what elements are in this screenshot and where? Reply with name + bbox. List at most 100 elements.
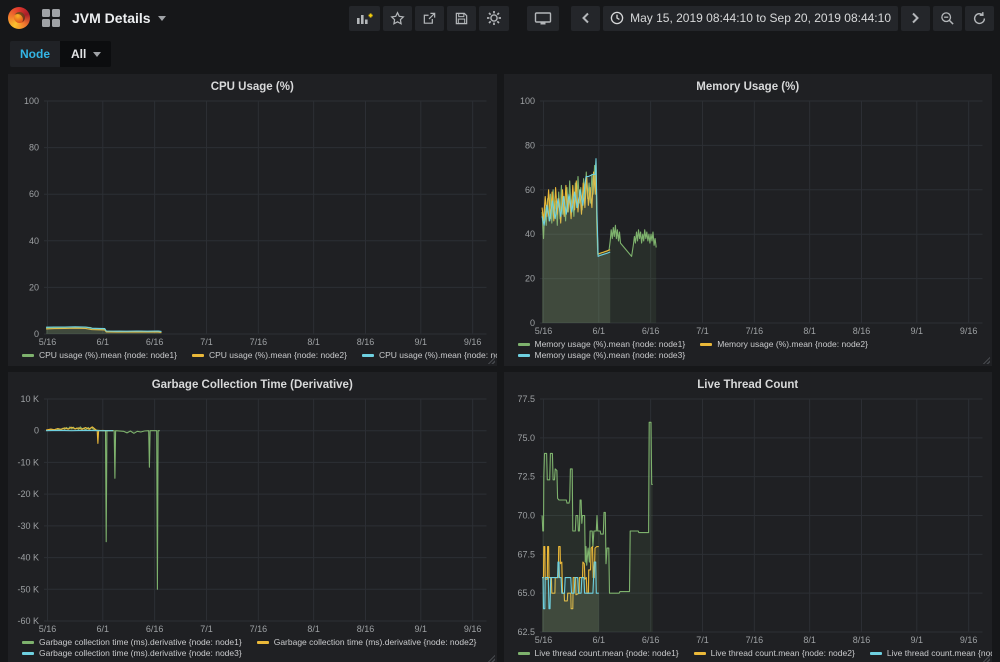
legend-series-swatch [518, 652, 530, 655]
panel-title[interactable]: Live Thread Count [504, 372, 993, 394]
settings-button[interactable] [479, 6, 509, 31]
legend-item[interactable]: CPU usage (%).mean {node: node3} [362, 350, 497, 360]
legend-series-label: Live thread count.mean {node: node1} [535, 648, 679, 658]
svg-text:7/16: 7/16 [250, 337, 268, 347]
share-button[interactable] [415, 6, 444, 31]
dashboard-title[interactable]: JVM Details [72, 10, 166, 26]
legend-series-swatch [870, 652, 882, 655]
refresh-icon [972, 11, 987, 26]
legend-series-swatch [22, 354, 34, 357]
svg-text:80: 80 [29, 143, 39, 153]
navbar: JVM Details [0, 0, 1000, 36]
save-icon [454, 11, 469, 26]
time-forward-button[interactable] [901, 6, 930, 31]
svg-text:0: 0 [34, 426, 39, 436]
variable-label: Node [10, 41, 60, 67]
legend-item[interactable]: Garbage collection time (ms).derivative … [22, 637, 242, 647]
zoom-out-button[interactable] [933, 6, 962, 31]
chevron-down-icon [93, 52, 101, 57]
legend-item[interactable]: Memory usage (%).mean {node: node2} [700, 339, 868, 349]
legend-series-label: Garbage collection time (ms).derivative … [39, 648, 242, 658]
svg-text:6/1: 6/1 [592, 326, 605, 336]
toolbar: May 15, 2019 08:44:10 to Sep 20, 2019 08… [349, 6, 994, 31]
legend-item[interactable]: CPU usage (%).mean {node: node2} [192, 350, 347, 360]
svg-text:-60 K: -60 K [17, 616, 39, 626]
chart-legend: Garbage collection time (ms).derivative … [8, 636, 497, 662]
svg-text:80: 80 [524, 140, 534, 150]
legend-series-swatch [518, 343, 530, 346]
add-panel-button[interactable] [349, 6, 380, 31]
dashboards-grid-icon[interactable] [42, 9, 60, 27]
svg-text:8/16: 8/16 [357, 624, 375, 634]
star-button[interactable] [383, 6, 412, 31]
legend-series-swatch [518, 354, 530, 357]
legend-item[interactable]: Memory usage (%).mean {node: node1} [518, 339, 686, 349]
legend-item[interactable]: Live thread count.mean {node: node1} [518, 648, 679, 658]
legend-series-swatch [192, 354, 204, 357]
chart-plot-area[interactable]: 0204060801005/166/16/167/17/168/18/169/1… [504, 96, 993, 338]
svg-text:72.5: 72.5 [517, 472, 535, 482]
legend-item[interactable]: Live thread count.mean {node: node3} [870, 648, 992, 658]
share-icon [422, 11, 437, 26]
svg-text:5/16: 5/16 [534, 635, 552, 645]
svg-text:9/1: 9/1 [910, 635, 923, 645]
dashboard-submenu: Node All [0, 36, 1000, 72]
legend-series-label: Live thread count.mean {node: node3} [887, 648, 992, 658]
chart-legend: Live thread count.mean {node: node1} Live… [504, 647, 993, 662]
chart-plot-area[interactable]: 62.565.067.570.072.575.077.55/166/16/167… [504, 394, 993, 647]
save-button[interactable] [447, 6, 476, 31]
svg-text:6/16: 6/16 [641, 326, 659, 336]
svg-text:7/1: 7/1 [696, 326, 709, 336]
svg-text:40: 40 [524, 229, 534, 239]
legend-series-swatch [700, 343, 712, 346]
svg-text:9/16: 9/16 [464, 337, 482, 347]
legend-item[interactable]: CPU usage (%).mean {node: node1} [22, 350, 177, 360]
panel-gc-time: Garbage Collection Time (Derivative) 10 … [8, 372, 497, 662]
legend-series-label: CPU usage (%).mean {node: node3} [379, 350, 497, 360]
svg-text:9/1: 9/1 [415, 337, 428, 347]
svg-text:6/1: 6/1 [97, 337, 110, 347]
cycle-view-button[interactable] [527, 6, 559, 31]
legend-item[interactable]: Garbage collection time (ms).derivative … [22, 648, 242, 658]
svg-text:7/16: 7/16 [250, 624, 268, 634]
gear-icon [486, 10, 502, 26]
svg-text:100: 100 [24, 96, 39, 106]
chart-plot-area[interactable]: 10 K0-10 K-20 K-30 K-40 K-50 K-60 K5/166… [8, 394, 497, 636]
panel-title[interactable]: CPU Usage (%) [8, 74, 497, 96]
dashboard-title-text: JVM Details [72, 10, 151, 26]
svg-text:7/16: 7/16 [745, 635, 763, 645]
refresh-button[interactable] [965, 6, 994, 31]
panel-title[interactable]: Memory Usage (%) [504, 74, 993, 96]
legend-item[interactable]: Memory usage (%).mean {node: node3} [518, 350, 686, 360]
grid-square [42, 9, 50, 17]
panel-live-thread-count: Live Thread Count 62.565.067.570.072.575… [504, 372, 993, 662]
legend-series-swatch [694, 652, 706, 655]
variable-value-dropdown[interactable]: All [60, 41, 111, 67]
svg-text:20: 20 [29, 282, 39, 292]
dashboard-grid: CPU Usage (%) 0 20 40 60 80 100 5/16 6/1 6/16 7/1… [8, 74, 992, 662]
svg-text:9/1: 9/1 [910, 326, 923, 336]
chevron-down-icon [158, 16, 166, 21]
svg-text:-50 K: -50 K [17, 584, 39, 594]
svg-text:70.0: 70.0 [517, 511, 535, 521]
svg-text:-20 K: -20 K [17, 489, 39, 499]
svg-text:-40 K: -40 K [17, 553, 39, 563]
bar-chart-plus-icon [356, 11, 373, 26]
time-picker-button[interactable]: May 15, 2019 08:44:10 to Sep 20, 2019 08… [603, 6, 898, 31]
legend-series-label: Live thread count.mean {node: node2} [711, 648, 855, 658]
legend-item[interactable]: Live thread count.mean {node: node2} [694, 648, 855, 658]
svg-text:100: 100 [519, 96, 534, 106]
svg-text:7/1: 7/1 [696, 635, 709, 645]
grafana-logo-icon[interactable] [8, 7, 30, 29]
chart-plot-area[interactable]: 0204060801005/166/16/167/17/168/18/169/1… [8, 96, 497, 349]
legend-series-label: Garbage collection time (ms).derivative … [39, 637, 242, 647]
grid-square [52, 9, 60, 17]
panel-title[interactable]: Garbage Collection Time (Derivative) [8, 372, 497, 394]
chart-legend: Memory usage (%).mean {node: node1}Memor… [504, 338, 993, 366]
time-back-button[interactable] [571, 6, 600, 31]
legend-series-label: Garbage collection time (ms).derivative … [274, 637, 477, 647]
svg-text:8/1: 8/1 [803, 326, 816, 336]
grid-square [52, 19, 60, 27]
legend-item[interactable]: Garbage collection time (ms).derivative … [257, 637, 477, 647]
svg-text:60: 60 [524, 185, 534, 195]
